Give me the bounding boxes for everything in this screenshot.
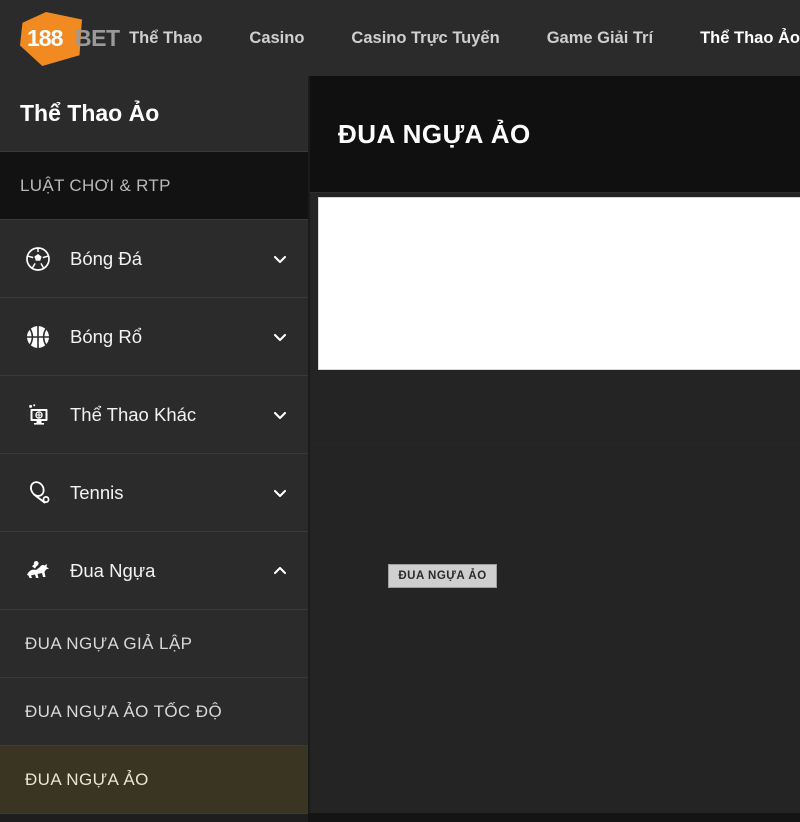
sidebar-item-the-thao-khac[interactable]: Thể Thao Khác [0, 376, 308, 454]
horse-racing-icon [20, 553, 56, 589]
sidebar-subitem-dua-ngua-ao-toc-do[interactable]: ĐUA NGỰA ẢO TỐC ĐỘ [0, 678, 308, 746]
sidebar-subitem-dua-ngua-ao-toc-do-label: ĐUA NGỰA ẢO TỐC ĐỘ [25, 701, 223, 721]
sidebar-item-tennis-label: Tennis [70, 481, 124, 503]
game-stage: ĐUA NGỰA ẢO [310, 193, 800, 822]
logo-188-text: 188 [27, 25, 63, 51]
stage-divider-1 [310, 393, 800, 394]
chevron-down-icon[interactable] [270, 327, 290, 347]
page-title: ĐUA NGỰA ẢO [338, 118, 531, 149]
monitor-sports-icon [20, 397, 56, 433]
sidebar-item-bong-da[interactable]: Bóng Đá [0, 220, 308, 298]
top-nav-items: Thể Thao Casino Casino Trực Tuyến Game G… [129, 23, 800, 54]
sidebar-item-bong-ro[interactable]: Bóng Rổ [0, 298, 308, 376]
chevron-down-icon[interactable] [270, 249, 290, 269]
game-viewport-panel [318, 197, 800, 370]
sidebar-subitem-dua-ngua-gia-lap-label: ĐUA NGỰA GIẢ LẬP [25, 633, 193, 653]
sidebar-subitem-dua-ngua-ao-label: ĐUA NGỰA ẢO [25, 769, 149, 789]
sidebar-subitem-dua-ngua-gia-lap[interactable]: ĐUA NGỰA GIẢ LẬP [0, 610, 308, 678]
soccer-ball-icon [20, 241, 56, 277]
nav-item-the-thao-ao[interactable]: Thể Thao Ảo [700, 23, 800, 54]
stage-divider-2 [310, 443, 800, 444]
sidebar-item-rules-rtp[interactable]: LUẬT CHƠI & RTP [0, 152, 308, 220]
nav-item-the-thao[interactable]: Thể Thao [129, 23, 202, 54]
dua-ngua-ao-button[interactable]: ĐUA NGỰA ẢO [388, 564, 497, 588]
sidebar-item-bong-da-label: Bóng Đá [70, 247, 142, 269]
chevron-up-icon[interactable] [270, 561, 290, 581]
main-content: ĐUA NGỰA ẢO ĐUA NGỰA ẢO [310, 76, 800, 822]
sidebar-item-rules-rtp-label: LUẬT CHƠI & RTP [20, 175, 171, 195]
chevron-down-icon[interactable] [270, 483, 290, 503]
nav-item-game-giai-tri[interactable]: Game Giải Trí [547, 23, 653, 54]
sidebar-item-bong-ro-label: Bóng Rổ [70, 325, 142, 347]
main-content-header: ĐUA NGỰA ẢO [310, 76, 800, 193]
sidebar: Thể Thao Ảo LUẬT CHƠI & RTP Bóng Đá Bóng… [0, 76, 308, 822]
tennis-racket-icon [20, 475, 56, 511]
nav-item-casino[interactable]: Casino [249, 23, 304, 54]
sidebar-title: Thể Thao Ảo [0, 76, 308, 152]
sidebar-item-the-thao-khac-label: Thể Thao Khác [70, 403, 197, 425]
page-root: 188 BET Thể Thao Casino Casino Trực Tuyế… [0, 0, 800, 822]
stage-divider-3 [340, 493, 770, 494]
nav-item-casino-truc-tuyen[interactable]: Casino Trực Tuyến [351, 23, 499, 54]
sidebar-item-dua-ngua[interactable]: Đua Ngựa [0, 532, 308, 610]
brand-logo[interactable]: 188 BET [20, 10, 120, 66]
basketball-icon [20, 319, 56, 355]
chevron-down-icon[interactable] [270, 405, 290, 425]
logo-bet-text: BET [75, 25, 120, 51]
dua-ngua-ao-button-label: ĐUA NGỰA ẢO [398, 570, 487, 582]
top-navigation-bar: 188 BET Thể Thao Casino Casino Trực Tuyế… [0, 0, 800, 76]
sidebar-item-dua-ngua-label: Đua Ngựa [70, 559, 156, 581]
sidebar-subitem-dua-ngua-ao[interactable]: ĐUA NGỰA ẢO [0, 746, 308, 814]
bottom-strip-sidebar [0, 813, 308, 822]
sidebar-item-tennis[interactable]: Tennis [0, 454, 308, 532]
